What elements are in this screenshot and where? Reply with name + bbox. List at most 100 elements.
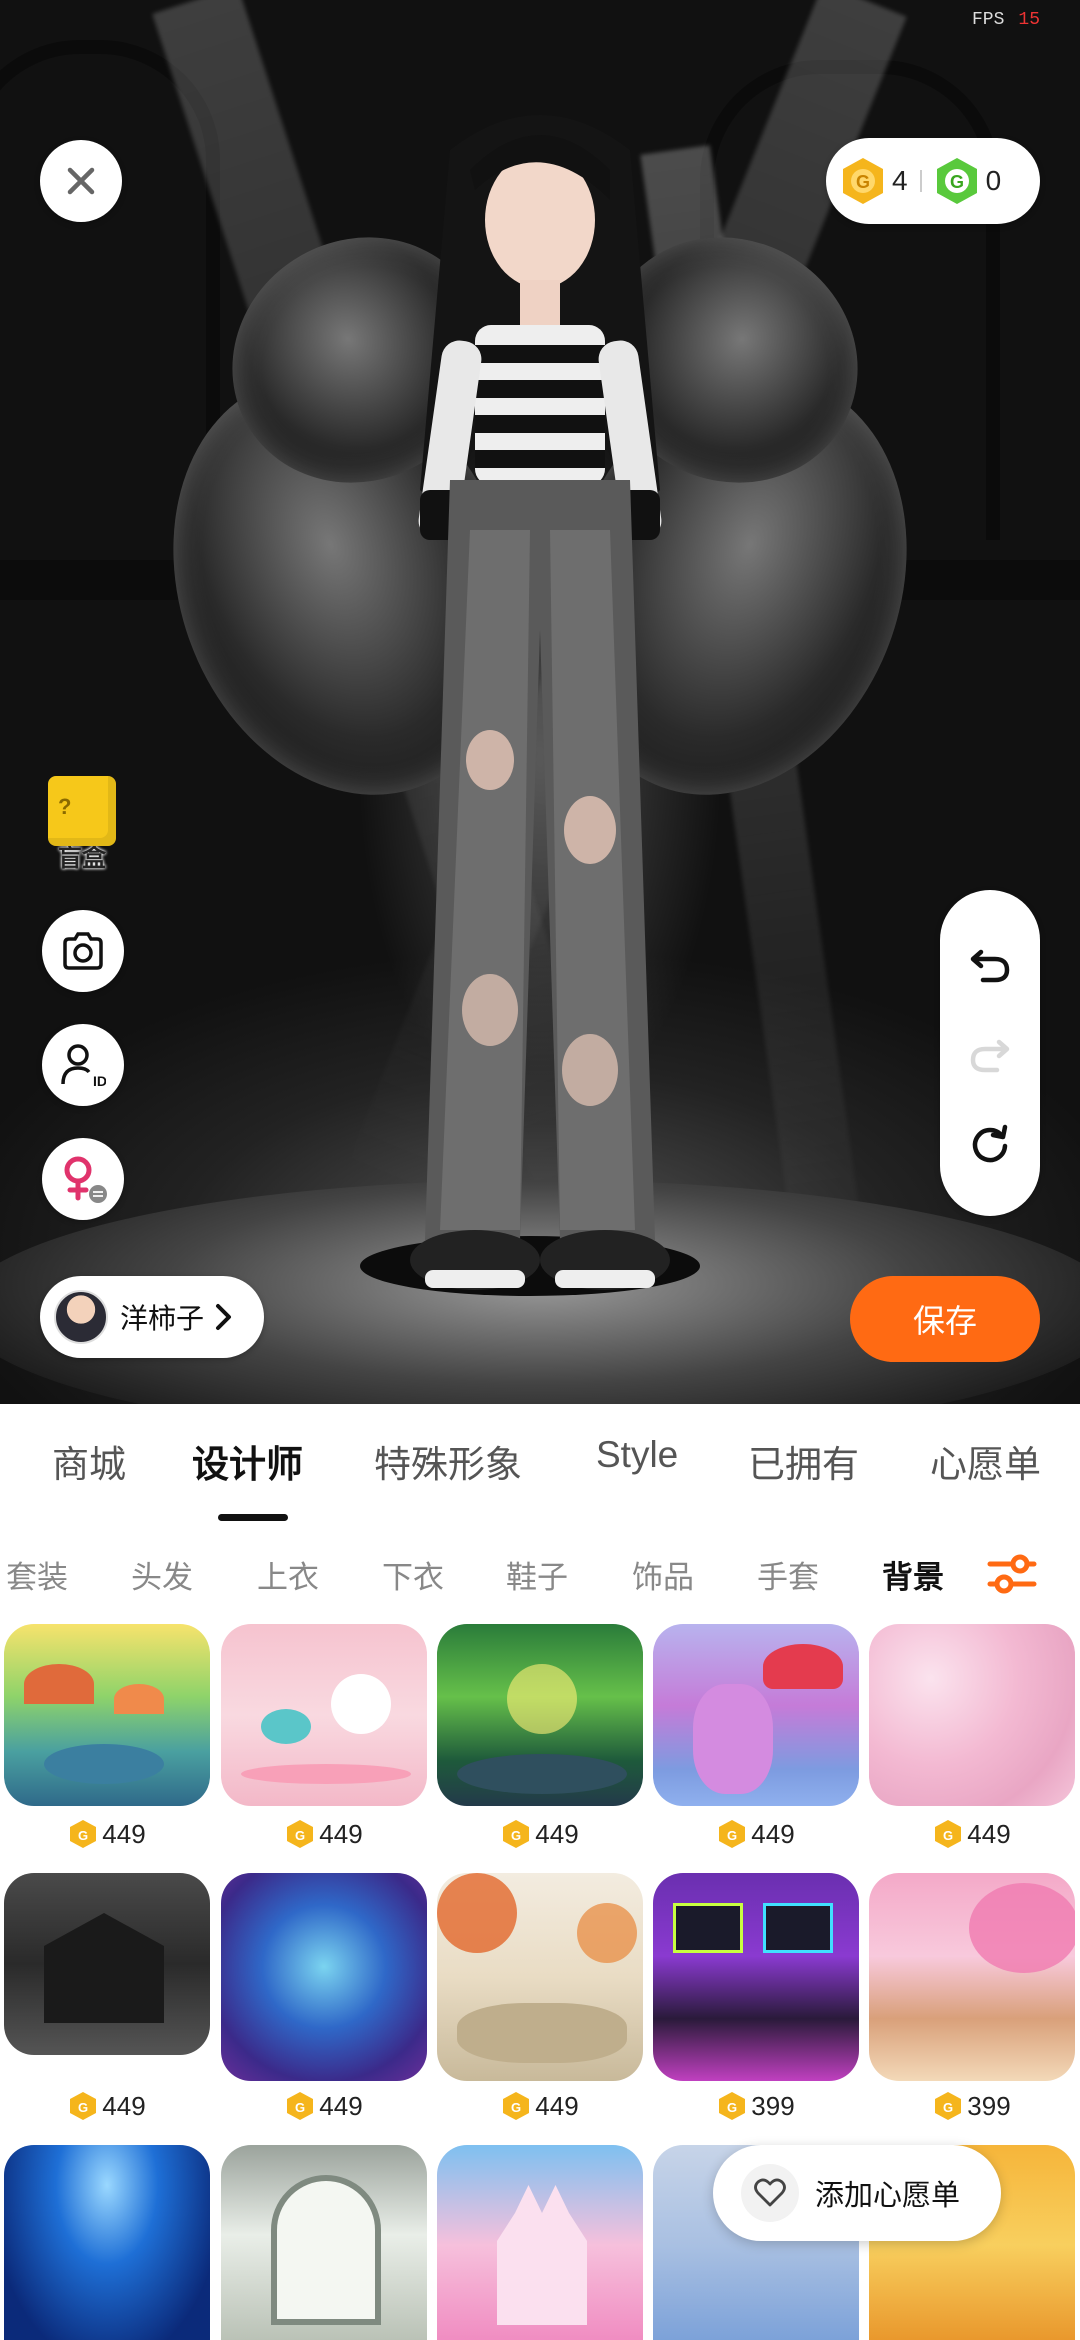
active-tab-indicator [218,1514,288,1521]
svg-text:G: G [943,1828,953,1843]
category-top[interactable]: 上衣 [257,1552,319,1597]
category-accessories[interactable]: 饰品 [632,1552,694,1597]
item-thumbnail-purple-mushroom-island[interactable] [653,1624,859,1806]
item-price: G 449 [221,1814,427,1854]
category-background[interactable]: 背景 [882,1552,944,1597]
item-price: G 449 [221,2086,427,2126]
chevron-right-icon [216,1304,232,1330]
tab-wishlist[interactable]: 心愿单 [930,1434,1041,1488]
tab-owned[interactable]: 已拥有 [748,1434,859,1488]
green-coin-icon: G [934,156,980,206]
item-thumbnail-mushroom-forest[interactable] [4,1624,210,1806]
item-price: G 449 [869,1814,1075,1854]
avatar-character [410,115,670,1290]
item-thumbnail-autumn-canyon[interactable] [437,1873,643,2081]
camera-button[interactable] [42,910,124,992]
refresh-icon [972,1124,1008,1163]
profile-id-icon: ID [61,1044,106,1088]
category-hair[interactable]: 头发 [131,1552,193,1597]
gold-coin-icon: G [935,1820,962,1848]
reset-button[interactable] [960,1113,1020,1173]
gender-switch-button[interactable] [42,1138,124,1220]
gold-coin-icon: G [287,2092,314,2120]
item-thumbnail-blue-stage[interactable] [4,2145,210,2340]
item-thumbnail-pink-castle[interactable] [437,2145,643,2340]
svg-text:G: G [950,172,964,192]
redo-button[interactable] [960,1023,1020,1083]
filter-button[interactable] [984,1546,1040,1602]
item-thumbnail-green-jungle[interactable] [437,1624,643,1806]
profile-id-button[interactable]: ID [42,1024,124,1106]
item-price: G 449 [4,2086,210,2126]
user-name: 洋柿子 [120,1303,205,1334]
undo-icon [970,949,1010,983]
gold-coin-value: 4 [892,165,908,196]
tab-designer[interactable]: 设计师 [192,1434,303,1488]
category-gloves[interactable]: 手套 [757,1552,819,1597]
designer-profile-chip[interactable]: 洋柿子 [40,1276,264,1358]
redo-icon [970,1039,1010,1073]
blind-box-button[interactable]: ? 盲盒 [42,776,122,886]
close-icon [67,167,95,195]
item-price: G 399 [869,2086,1075,2126]
avatar [54,1290,108,1344]
item-price: G 449 [437,2086,643,2126]
svg-text:G: G [727,2100,737,2115]
heart-icon [741,2164,799,2222]
category-tab-bar: 套装 头发 上衣 下衣 鞋子 饰品 手套 背景 [0,1552,1080,1612]
svg-text:G: G [78,2100,88,2115]
item-thumbnail-pink-clouds[interactable] [869,1624,1075,1806]
tab-special-avatar[interactable]: 特殊形象 [374,1434,522,1488]
svg-text:G: G [295,2100,305,2115]
item-thumbnail-gaming-room[interactable] [653,1873,859,2081]
category-outfit[interactable]: 套装 [6,1552,68,1597]
currency-balance[interactable]: G 4 G 0 [826,138,1040,224]
wishlist-label: 添加心愿单 [815,2180,961,2212]
item-thumbnail-haunted-house[interactable] [4,1873,210,2055]
svg-text:ID: ID [93,1073,106,1088]
tab-shop[interactable]: 商城 [52,1434,126,1488]
female-switch-icon [64,1156,107,1203]
item-price: G 399 [653,2086,859,2126]
gold-coin-icon: G [935,2092,962,2120]
avatar-preview-scene: FPS 15 G 4 G 0 ? 盲盒 ID 洋柿子 保存 [0,0,1080,1404]
item-price: G 449 [653,1814,859,1854]
gold-coin-icon: G [840,156,886,206]
gold-coin-icon: G [719,1820,746,1848]
gold-coin-icon: G [70,1820,97,1848]
svg-text:G: G [856,172,870,192]
gold-coin-icon: G [503,2092,530,2120]
main-tab-bar: 商城 设计师 特殊形象 Style 已拥有 心愿单 [0,1434,1080,1524]
undo-button[interactable] [960,933,1020,993]
item-thumbnail-sakura-street[interactable] [869,1873,1075,2081]
item-thumbnail-white-window-room[interactable] [221,2145,427,2340]
item-thumbnail-underwater-cave[interactable] [221,1873,427,2081]
svg-text:G: G [727,1828,737,1843]
fps-label: FPS [971,10,1005,30]
currency-divider [919,170,922,192]
save-button[interactable]: 保存 [850,1276,1040,1362]
add-to-wishlist-button[interactable]: 添加心愿单 [713,2145,1001,2241]
edit-history-toolbar [940,890,1040,1216]
gold-coin-icon: G [503,1820,530,1848]
item-thumbnail-pink-toy-room[interactable] [221,1624,427,1806]
svg-text:G: G [511,2100,521,2115]
item-price: G 449 [4,1814,210,1854]
category-shoes[interactable]: 鞋子 [506,1552,568,1597]
svg-text:G: G [511,1828,521,1843]
camera-icon [63,932,103,970]
gold-coin-icon: G [719,2092,746,2120]
item-price: G 449 [437,1814,643,1854]
fps-value: 15 [1018,10,1040,30]
svg-text:G: G [295,1828,305,1843]
gold-coin-icon: G [287,1820,314,1848]
green-coin-value: 0 [985,165,1002,196]
category-bottom[interactable]: 下衣 [382,1552,444,1597]
blind-box-icon: ? [48,776,116,846]
tab-style[interactable]: Style [596,1434,678,1476]
fps-counter: FPS 15 [972,10,1040,30]
gold-coin-icon: G [70,2092,97,2120]
svg-text:G: G [943,2100,953,2115]
filter-icon [987,1554,1037,1594]
close-button[interactable] [40,140,122,222]
